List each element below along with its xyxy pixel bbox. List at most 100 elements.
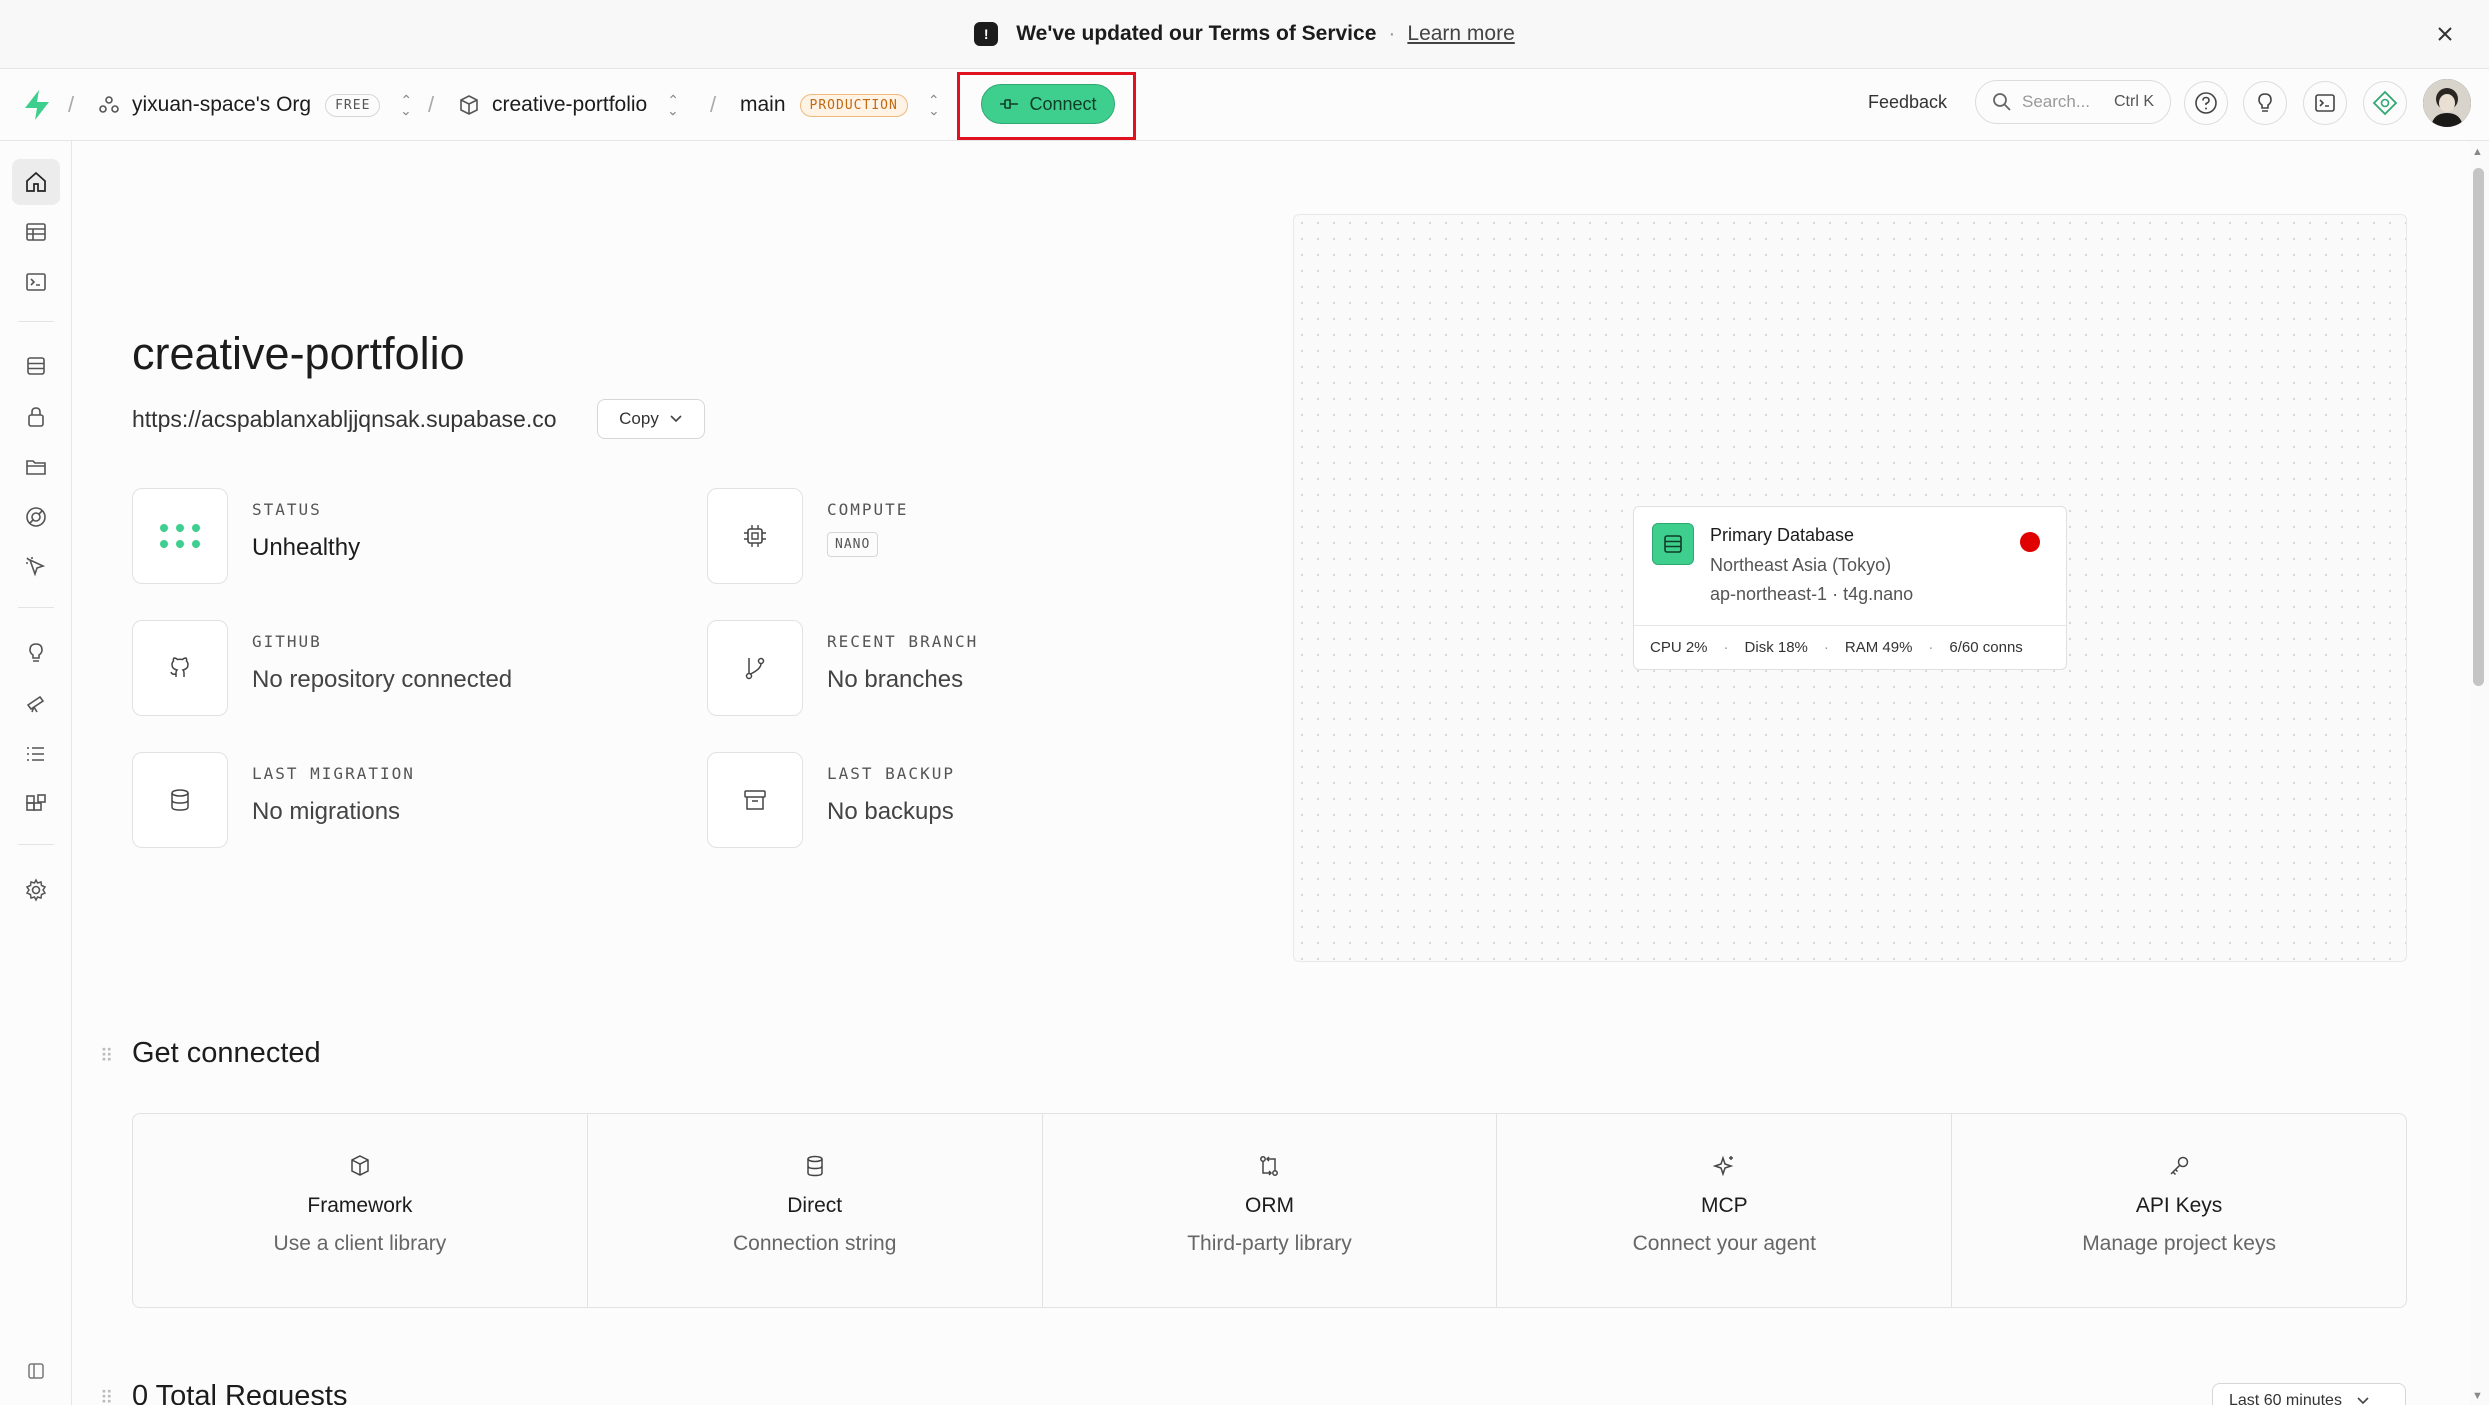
copy-button[interactable]: Copy	[597, 399, 705, 439]
option-subtitle: Connect your agent	[1632, 1232, 1816, 1255]
backup-card-icon[interactable]	[707, 752, 803, 848]
cpu-icon	[744, 525, 766, 547]
project-name: creative-portfolio	[492, 93, 648, 116]
get-connected-panel: Framework Use a client library Direct Co…	[132, 1113, 2407, 1308]
home-icon[interactable]	[12, 159, 60, 205]
assistant-button[interactable]	[2363, 81, 2407, 125]
status-value: Unhealthy	[252, 534, 361, 561]
search-input[interactable]: Search... Ctrl K	[1975, 80, 2171, 124]
plug-icon	[1000, 99, 1019, 109]
github-icon	[170, 657, 189, 677]
drag-handle-icon[interactable]: ⠿	[100, 1046, 113, 1067]
close-icon[interactable]	[2431, 20, 2459, 48]
package-icon	[351, 1155, 369, 1176]
terminal-icon	[2315, 94, 2335, 112]
chevron-down-icon	[670, 415, 682, 423]
tips-button[interactable]	[2243, 81, 2287, 125]
branch-selector[interactable]: main PRODUCTION ⌃ ⌃	[740, 69, 940, 141]
option-title: API Keys	[2135, 1194, 2223, 1217]
disk-stat: Disk 18%	[1744, 639, 1808, 656]
time-range-select[interactable]: Last 60 minutes	[2212, 1383, 2406, 1405]
branch-card-icon[interactable]	[707, 620, 803, 716]
key-icon	[2170, 1156, 2189, 1176]
realtime-icon[interactable]	[12, 494, 60, 540]
avatar[interactable]	[2423, 79, 2471, 127]
chevron-updown-icon[interactable]: ⌃ ⌃	[667, 93, 679, 118]
search-shortcut: Ctrl K	[2114, 93, 2154, 110]
option-title: Direct	[787, 1194, 843, 1217]
help-button[interactable]	[2184, 81, 2228, 125]
org-icon	[99, 96, 119, 113]
migration-label: LAST MIGRATION	[252, 764, 415, 783]
sql-editor-icon[interactable]	[12, 259, 60, 305]
breadcrumb-separator: /	[428, 92, 435, 117]
backup-value: No backups	[827, 798, 954, 825]
copy-label: Copy	[619, 409, 659, 428]
status-dots-icon	[160, 524, 200, 548]
mcp-option[interactable]: MCP Connect your agent	[1497, 1114, 1953, 1307]
migration-card-icon[interactable]	[132, 752, 228, 848]
chevron-updown-icon[interactable]: ⌃ ⌃	[928, 93, 940, 118]
integrations-icon[interactable]	[12, 781, 60, 827]
project-selector[interactable]: creative-portfolio ⌃ ⌃	[458, 69, 679, 141]
org-selector[interactable]: yixuan-space's Org FREE ⌃ ⌃	[98, 69, 412, 141]
database-icon[interactable]	[12, 343, 60, 389]
scroll-up-icon[interactable]: ▲	[2472, 146, 2483, 158]
chevron-down-icon	[2357, 1397, 2369, 1405]
auth-icon[interactable]	[12, 394, 60, 440]
connect-label: Connect	[1029, 93, 1097, 114]
search-icon	[1993, 93, 2011, 111]
settings-icon[interactable]	[12, 867, 60, 913]
feedback-button[interactable]: Feedback	[1868, 92, 1947, 113]
api-keys-option[interactable]: API Keys Manage project keys	[1952, 1114, 2406, 1307]
storage-icon[interactable]	[12, 444, 60, 490]
help-icon	[2195, 92, 2217, 114]
advisors-icon[interactable]	[12, 630, 60, 676]
environment-badge: PRODUCTION	[799, 93, 908, 117]
banner-text: We've updated our Terms of Service	[1016, 22, 1377, 45]
framework-option[interactable]: Framework Use a client library	[133, 1114, 588, 1307]
git-branch-icon	[745, 657, 765, 680]
branch-name: main	[740, 93, 786, 116]
plan-badge: FREE	[325, 93, 381, 117]
requests-title: 0 Total Requests	[132, 1380, 348, 1405]
github-value: No repository connected	[252, 666, 513, 693]
option-subtitle: Connection string	[732, 1232, 897, 1255]
scroll-down-icon[interactable]: ▼	[2472, 1390, 2483, 1402]
lightbulb-icon	[2258, 93, 2272, 112]
sidebar-divider	[18, 844, 54, 845]
option-subtitle: Manage project keys	[2082, 1232, 2276, 1255]
database-title: Primary Database	[1710, 525, 1855, 545]
terms-banner: ! We've updated our Terms of Service · L…	[0, 0, 2489, 69]
breadcrumb-separator: /	[68, 92, 75, 117]
reports-icon[interactable]	[12, 680, 60, 726]
github-card-icon[interactable]	[132, 620, 228, 716]
learn-more-link[interactable]: Learn more	[1407, 22, 1514, 46]
cpu-stat: CPU 2%	[1650, 639, 1708, 656]
edge-functions-icon[interactable]	[12, 544, 60, 590]
sidebar-divider	[18, 321, 54, 322]
supabase-logo-icon[interactable]	[22, 89, 52, 121]
option-subtitle: Third-party library	[1187, 1232, 1352, 1255]
app-window: ! We've updated our Terms of Service · L…	[0, 0, 2489, 1405]
option-subtitle: Use a client library	[273, 1232, 447, 1255]
status-indicator	[2020, 532, 2040, 552]
connections-stat: 6/60 conns	[1949, 639, 2023, 656]
table-editor-icon[interactable]	[12, 209, 60, 255]
direct-option[interactable]: Direct Connection string	[588, 1114, 1043, 1307]
primary-database-card[interactable]: Primary Database Northeast Asia (Tokyo) …	[1633, 506, 2067, 670]
option-title: ORM	[1244, 1194, 1294, 1217]
terminal-button[interactable]	[2303, 81, 2347, 125]
connect-button[interactable]: Connect	[981, 84, 1115, 124]
collapse-sidebar-icon[interactable]	[12, 1348, 60, 1394]
breadcrumb-separator: /	[710, 92, 717, 117]
drag-handle-icon[interactable]: ⠿	[100, 1388, 113, 1405]
orm-option[interactable]: ORM Third-party library	[1043, 1114, 1498, 1307]
chevron-updown-icon[interactable]: ⌃ ⌃	[400, 93, 412, 118]
status-label: STATUS	[252, 500, 322, 519]
option-title: MCP	[1700, 1194, 1748, 1217]
logs-icon[interactable]	[12, 731, 60, 777]
org-name: yixuan-space's Org	[132, 93, 312, 116]
scrollbar-thumb[interactable]	[2473, 168, 2484, 686]
database-icon	[171, 789, 189, 811]
